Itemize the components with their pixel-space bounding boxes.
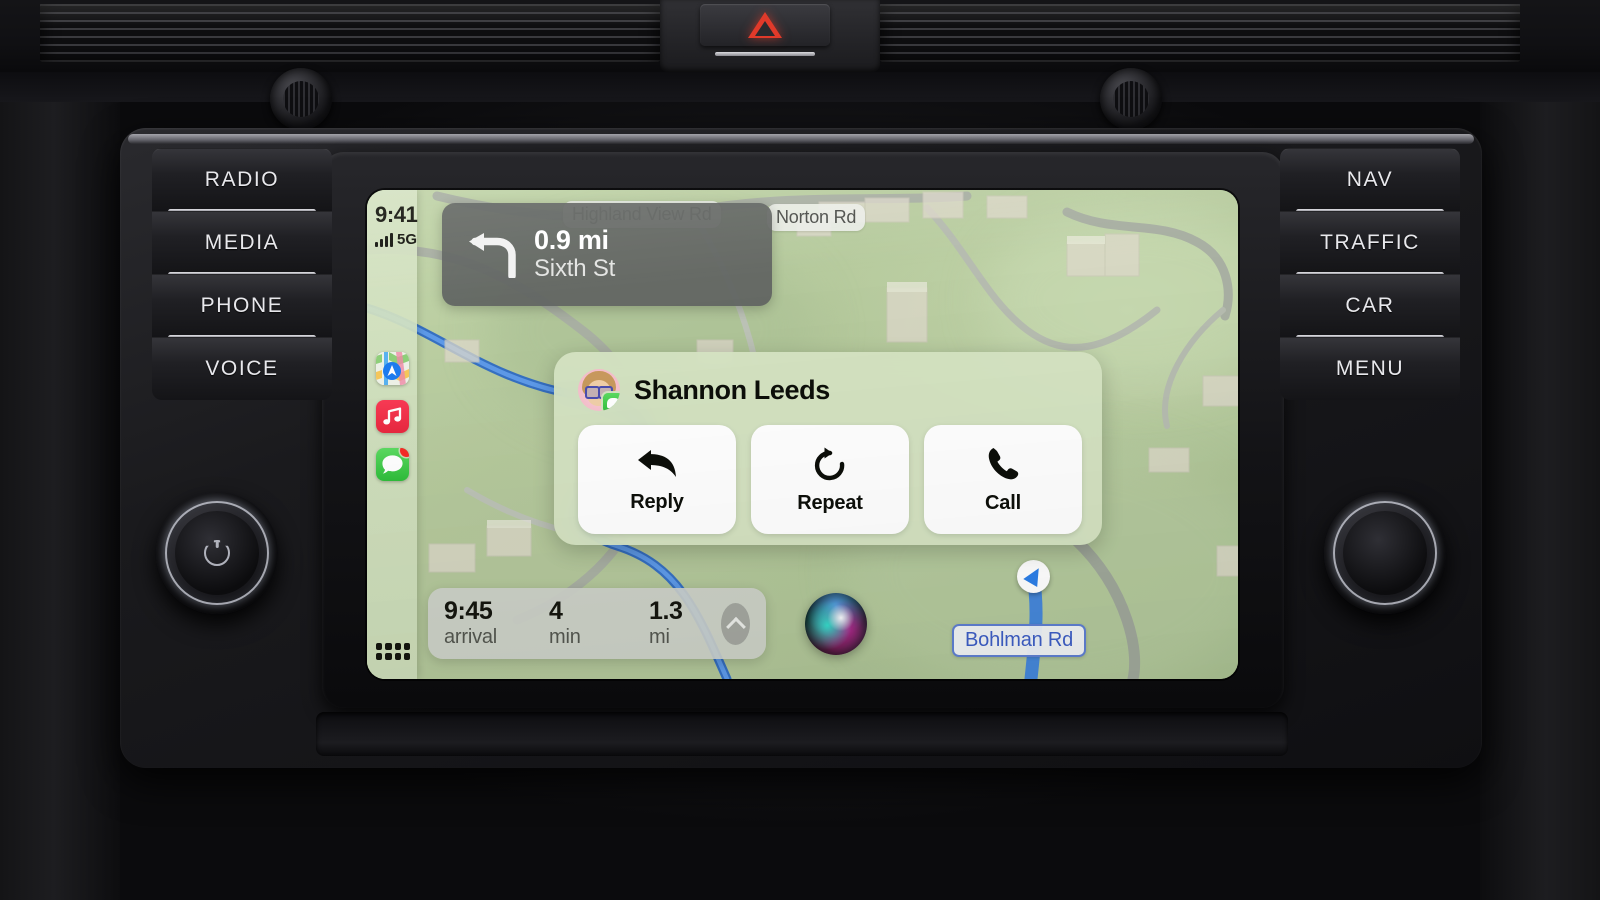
duration-label: min <box>549 625 581 648</box>
hazard-triangle-icon <box>748 12 782 38</box>
repeat-button-label: Repeat <box>797 491 863 514</box>
notification-header: Shannon Leeds <box>554 352 1102 411</box>
air-vent-right <box>880 4 1520 62</box>
air-vent-knob-left[interactable] <box>270 68 332 130</box>
message-bubble-icon <box>382 455 403 474</box>
chevron-up-icon[interactable] <box>721 602 750 645</box>
distance-value: 1.3 <box>649 597 683 626</box>
reply-arrow-icon <box>638 449 676 477</box>
arrival-time-label: arrival <box>444 625 498 648</box>
memoji-avatar <box>578 369 620 411</box>
hw-button-nav-label: NAV <box>1346 168 1394 191</box>
hw-button-car[interactable]: CAR <box>1280 274 1460 340</box>
arrival-time-value: 9:45 <box>444 597 493 626</box>
app-grid-icon[interactable] <box>376 643 410 663</box>
cellular-bars-icon <box>375 233 393 247</box>
hw-button-media[interactable]: MEDIA <box>152 211 332 277</box>
repeat-button[interactable]: Repeat <box>751 425 909 534</box>
sidebar-item-music[interactable] <box>376 400 409 433</box>
maneuver-card[interactable]: 0.9 mi Sixth St <box>442 203 772 306</box>
network-type-label: 5G <box>397 231 418 248</box>
hw-button-traffic[interactable]: TRAFFIC <box>1280 211 1460 277</box>
distance-label: mi <box>649 625 670 648</box>
repeat-arrow-icon <box>814 447 845 480</box>
call-button-label: Call <box>985 491 1021 514</box>
distance-group: 1.3 mi <box>649 598 721 649</box>
sidebar-item-messages[interactable] <box>376 448 409 481</box>
reply-button-label: Reply <box>630 490 684 513</box>
air-vent-left <box>40 4 660 62</box>
hw-button-media-label: MEDIA <box>204 231 280 254</box>
hw-button-radio[interactable]: RADIO <box>152 148 332 214</box>
hw-button-radio-label: RADIO <box>204 168 280 191</box>
power-icon <box>204 540 230 566</box>
notification-actions: Reply Repeat Call <box>554 411 1102 534</box>
status-clock: 9:41 <box>375 202 418 227</box>
hw-button-traffic-label: TRAFFIC <box>1320 231 1420 254</box>
sidebar-app-list <box>376 352 409 481</box>
phone-handset-icon <box>988 447 1019 479</box>
air-vent-knob-right[interactable] <box>1100 68 1162 130</box>
hardware-buttons-left: RADIO MEDIA PHONE VOICE <box>152 148 332 400</box>
trip-status-bar[interactable]: 9:45 arrival 4 min 1.3 mi <box>428 588 766 659</box>
power-volume-knob[interactable] <box>152 488 282 618</box>
maps-icon <box>376 352 409 385</box>
carplay-dashboard-scene: RADIO MEDIA PHONE VOICE NAV TRAFFIC CAR … <box>0 0 1600 900</box>
hw-button-voice[interactable]: VOICE <box>152 337 332 400</box>
location-arrow-icon <box>1017 560 1050 593</box>
carplay-sidebar: 9:41 5G <box>367 190 418 679</box>
head-unit-lower-tray <box>316 712 1288 756</box>
hw-button-phone-label: PHONE <box>200 294 284 317</box>
turn-left-arrow-icon <box>469 232 516 278</box>
bohlman-rd-shield: Bohlman Rd <box>952 624 1087 657</box>
siri-orb[interactable] <box>805 593 867 655</box>
arrival-time-group: 9:45 arrival <box>444 598 549 649</box>
message-notification-card[interactable]: Shannon Leeds Reply Repeat Call <box>554 352 1102 545</box>
hw-button-voice-label: VOICE <box>205 357 279 380</box>
carplay-screen[interactable]: Highland View Rd Norton Rd Bohlman Rd 9:… <box>367 190 1238 679</box>
maneuver-text: 0.9 mi Sixth St <box>534 225 615 284</box>
maneuver-street: Sixth St <box>534 255 616 283</box>
messages-badge-icon <box>603 393 620 411</box>
reply-button[interactable]: Reply <box>578 425 736 534</box>
hw-button-phone[interactable]: PHONE <box>152 274 332 340</box>
dash-trim-strip <box>0 72 1600 102</box>
maneuver-distance: 0.9 mi <box>534 224 609 255</box>
music-note-icon <box>383 407 402 425</box>
notification-sender-name: Shannon Leeds <box>634 374 830 405</box>
hw-button-car-label: CAR <box>1345 294 1395 317</box>
status-bar: 9:41 5G <box>375 202 418 248</box>
duration-group: 4 min <box>549 598 649 649</box>
hazard-button[interactable] <box>700 4 830 46</box>
head-unit-chrome-trim <box>128 134 1474 144</box>
sidebar-item-maps[interactable] <box>376 352 409 385</box>
hw-button-menu-label: MENU <box>1335 357 1405 380</box>
hw-button-nav[interactable]: NAV <box>1280 148 1460 214</box>
call-button[interactable]: Call <box>924 425 1082 534</box>
dash-left-pillar <box>0 0 120 900</box>
duration-value: 4 <box>549 597 563 626</box>
dash-right-pillar <box>1480 0 1600 900</box>
hazard-button-trim <box>715 52 815 56</box>
tune-knob[interactable] <box>1320 488 1450 618</box>
hw-button-menu[interactable]: MENU <box>1280 337 1460 400</box>
norton-rd-label: Norton Rd <box>767 204 866 231</box>
hardware-buttons-right: NAV TRAFFIC CAR MENU <box>1280 148 1460 400</box>
